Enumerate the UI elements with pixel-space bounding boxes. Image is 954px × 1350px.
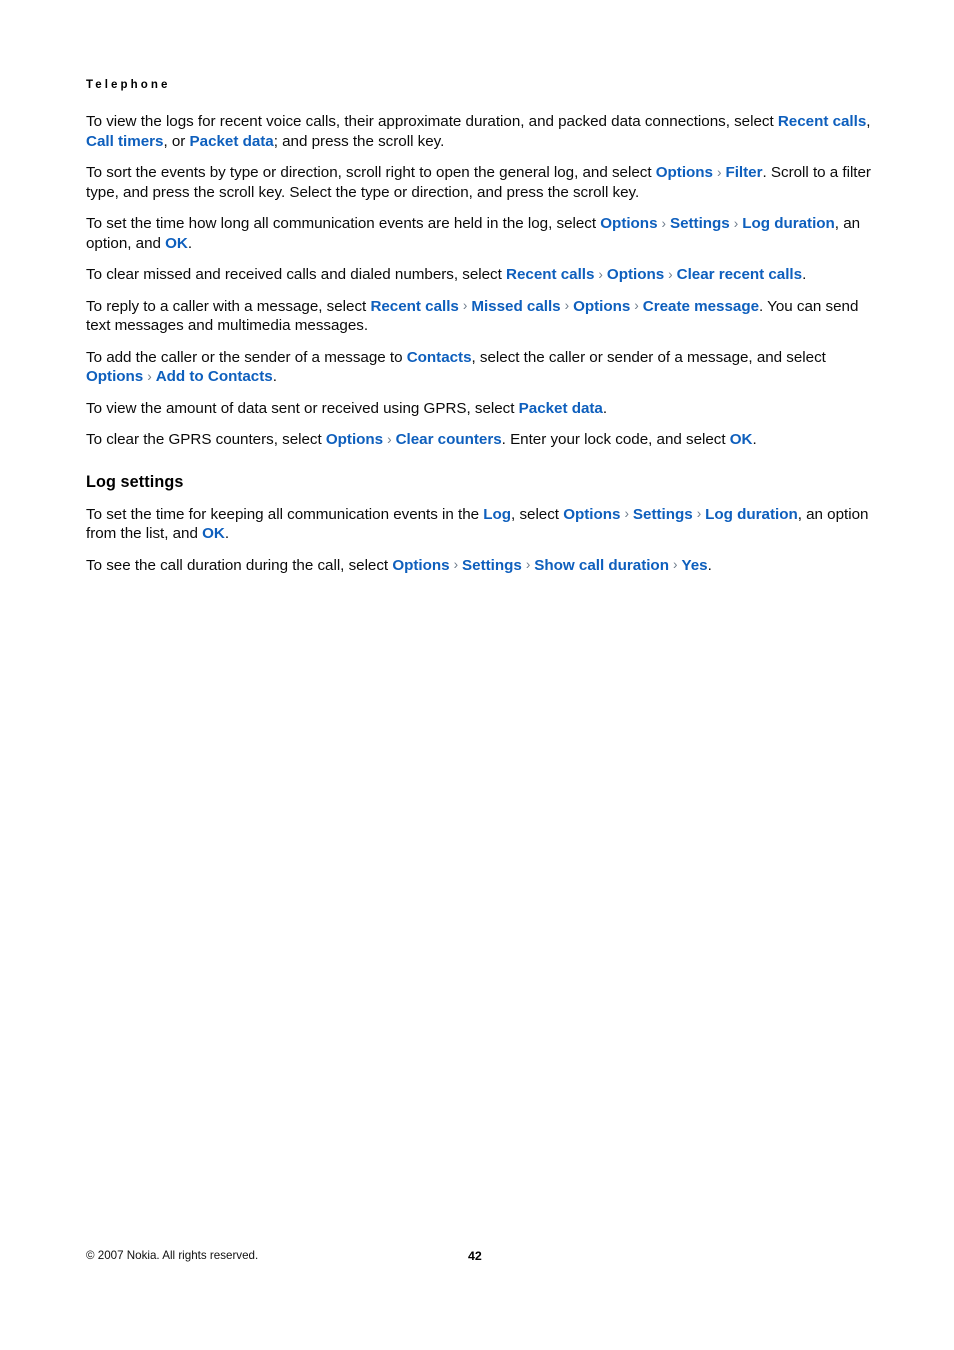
copyright-notice: © 2007 Nokia. All rights reserved. <box>86 1249 259 1262</box>
text-run: To view the logs for recent voice calls,… <box>86 113 778 130</box>
page-number: 42 <box>468 1249 482 1263</box>
text-run: To sort the events by type or direction,… <box>86 164 656 181</box>
ui-path-show-call-duration[interactable]: Show call duration <box>534 557 669 574</box>
chevron-right-icon: › <box>634 298 639 313</box>
paragraph-sort-events: To sort the events by type or direction,… <box>86 163 872 202</box>
ui-path-missed-calls[interactable]: Missed calls <box>471 298 560 315</box>
ui-path-filter[interactable]: Filter <box>725 164 762 181</box>
text-run: ; and press the scroll key. <box>273 132 445 150</box>
text-run: , or <box>163 132 190 150</box>
paragraph-clear-counters: To clear the GPRS counters, select Optio… <box>86 430 872 450</box>
ui-path-options[interactable]: Options <box>563 506 620 523</box>
running-head: Telephone <box>86 79 171 91</box>
text-run: . <box>752 431 757 448</box>
ui-path-recent-calls[interactable]: Recent calls <box>778 113 866 130</box>
text-run: . Enter your lock code, and select <box>501 431 730 448</box>
paragraph-show-call-duration: To see the call duration during the call… <box>86 556 872 576</box>
chevron-right-icon: › <box>387 431 392 447</box>
chevron-right-icon: › <box>598 266 603 282</box>
page-footer: © 2007 Nokia. All rights reserved. 42 <box>86 1248 872 1266</box>
text-run: To set the time how long all communicati… <box>86 215 601 232</box>
chevron-right-icon: › <box>733 215 739 231</box>
paragraph-set-log-time: To set the time for keeping all communic… <box>86 505 872 544</box>
ui-path-create-message[interactable]: Create message <box>643 298 759 315</box>
ui-path-log-duration[interactable]: Log duration <box>705 506 798 523</box>
ui-path-yes[interactable]: Yes <box>681 557 707 574</box>
chevron-right-icon: › <box>525 557 531 572</box>
paragraph-view-packet-data: To view the amount of data sent or recei… <box>86 399 872 419</box>
ui-path-log[interactable]: Log <box>483 506 511 523</box>
ui-path-recent-calls[interactable]: Recent calls <box>370 298 458 315</box>
paragraph-clear-recent-calls: To clear missed and received calls and d… <box>86 265 872 285</box>
ui-path-clear-counters[interactable]: Clear counters <box>396 431 502 448</box>
ui-path-packet-data[interactable]: Packet data <box>519 400 603 417</box>
text-run: To set the time for keeping all communic… <box>86 505 484 523</box>
text-run: To reply to a caller with a message, sel… <box>86 297 371 315</box>
ui-path-options[interactable]: Options <box>326 431 383 448</box>
ui-path-options[interactable]: Options <box>656 164 713 181</box>
text-run: To clear the GPRS counters, select <box>86 431 326 448</box>
text-run: To clear missed and received calls and d… <box>86 266 507 283</box>
text-run: . <box>272 368 277 385</box>
chevron-right-icon: › <box>147 368 152 384</box>
ui-path-settings[interactable]: Settings <box>670 215 730 232</box>
paragraph-add-to-contacts: To add the caller or the sender of a mes… <box>86 348 872 387</box>
paragraph-log-duration: To set the time how long all communicati… <box>86 214 872 253</box>
ui-path-recent-calls[interactable]: Recent calls <box>506 266 594 283</box>
text-run: . <box>707 556 712 574</box>
ui-path-call-timers[interactable]: Call timers <box>86 133 163 150</box>
ui-path-options[interactable]: Options <box>607 266 664 283</box>
ui-path-contacts[interactable]: Contacts <box>407 349 472 366</box>
chevron-right-icon: › <box>564 298 570 313</box>
chevron-right-icon: › <box>624 506 629 521</box>
chevron-right-icon: › <box>462 298 468 313</box>
ui-path-settings[interactable]: Settings <box>462 557 522 574</box>
document-page: Telephone To view the logs for recent vo… <box>0 0 954 1350</box>
chevron-right-icon: › <box>672 557 678 572</box>
text-run: To see the call duration during the call… <box>86 556 393 574</box>
ui-path-log-duration[interactable]: Log duration <box>742 215 835 232</box>
section-heading-log-settings: Log settings <box>86 472 184 491</box>
chevron-right-icon: › <box>716 164 722 180</box>
ui-path-add-to-contacts[interactable]: Add to Contacts <box>156 368 273 385</box>
text-run: . <box>224 525 230 542</box>
chevron-right-icon: › <box>696 506 702 521</box>
ui-path-clear-recent-calls[interactable]: Clear recent calls <box>677 266 802 283</box>
ui-path-settings[interactable]: Settings <box>633 506 693 523</box>
ui-path-options[interactable]: Options <box>573 298 630 315</box>
text-run: . <box>187 234 193 252</box>
text-run: To add the caller or the sender of a mes… <box>86 348 407 366</box>
ui-path-options[interactable]: Options <box>86 368 143 385</box>
text-run: . <box>802 266 807 283</box>
text-run: To view the amount of data sent or recei… <box>86 399 519 417</box>
ui-path-ok[interactable]: OK <box>730 431 753 448</box>
chevron-right-icon: › <box>453 557 459 572</box>
document-body: To view the logs for recent voice calls,… <box>86 112 872 575</box>
ui-path-ok[interactable]: OK <box>165 235 188 252</box>
text-run: , select the caller or sender of a messa… <box>471 348 826 366</box>
ui-path-options[interactable]: Options <box>600 215 657 232</box>
ui-path-packet-data[interactable]: Packet data <box>190 133 274 150</box>
paragraph-reply-to-caller: To reply to a caller with a message, sel… <box>86 297 872 336</box>
paragraph-view-logs: To view the logs for recent voice calls,… <box>86 112 872 151</box>
text-run: , select <box>511 505 564 523</box>
text-run: . <box>602 399 608 417</box>
chevron-right-icon: › <box>668 266 673 282</box>
text-run: , <box>866 113 871 130</box>
ui-path-ok[interactable]: OK <box>202 525 225 542</box>
chevron-right-icon: › <box>661 215 667 231</box>
ui-path-options[interactable]: Options <box>392 557 449 574</box>
